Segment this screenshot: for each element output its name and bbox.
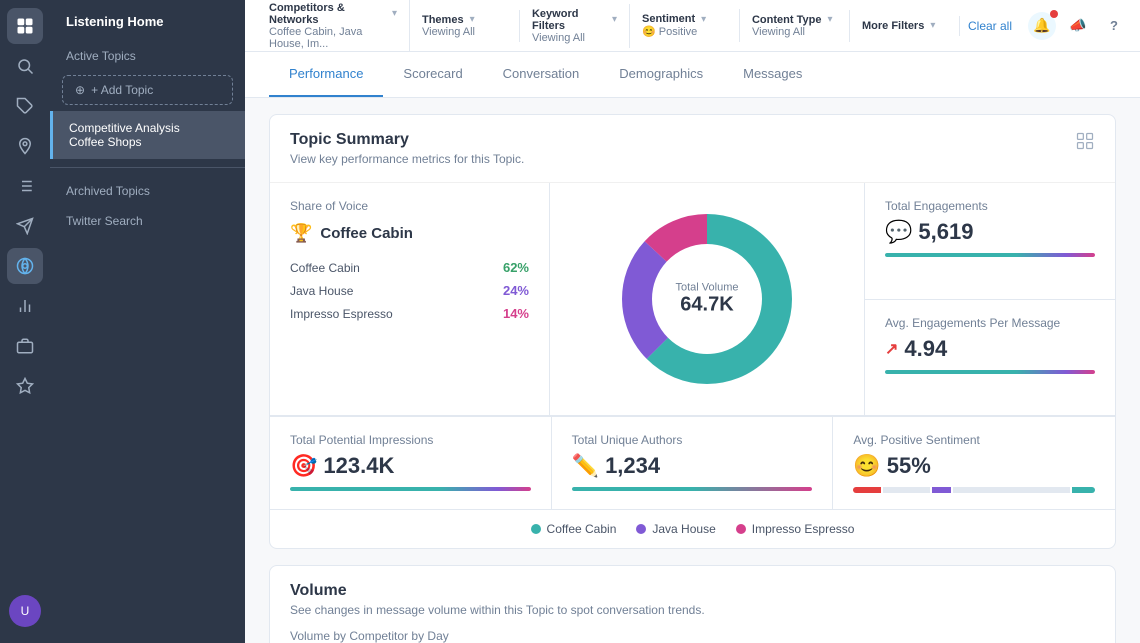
sov-item-java-house: Java House 24% [290,283,529,298]
total-engagements-value: 💬 5,619 [885,219,1095,245]
chevron-down-icon: ▾ [392,8,397,19]
card-header: Topic Summary View key performance metri… [270,115,1115,183]
chevron-down-icon: ▾ [930,20,935,31]
volume-sub-label: Volume by Competitor by Day [290,629,1095,643]
legend-dot-java-house [636,524,646,534]
content-area: Topic Summary View key performance metri… [245,98,1140,643]
topic-summary-card: Topic Summary View key performance metri… [269,114,1116,549]
megaphone-icon: 📣 [1069,17,1086,34]
chart-legend: Coffee Cabin Java House Impresso Espress… [270,509,1115,548]
sidebar: Listening Home Active Topics ⊕ + Add Top… [50,0,245,643]
tab-conversation[interactable]: Conversation [483,52,600,97]
filter-more[interactable]: More Filters ▾ [850,16,960,36]
tab-demographics[interactable]: Demographics [599,52,723,97]
nav-list[interactable] [7,168,43,204]
legend-dot-impresso [736,524,746,534]
icon-rail: U [0,0,50,643]
sov-item-impresso: Impresso Espresso 14% [290,306,529,321]
target-icon: 🎯 [290,453,317,479]
header-icons: 🔔 📣 ? [1028,12,1128,40]
legend-java-house: Java House [636,522,715,536]
authors-cell: Total Unique Authors ✏️ 1,234 [552,417,834,509]
tab-messages[interactable]: Messages [723,52,822,97]
pencil-icon: ✏️ [572,453,599,479]
card-subtitle: View key performance metrics for this To… [290,152,524,166]
donut-chart: Total Volume 64.7K [550,183,865,415]
bottom-metrics-row: Total Potential Impressions 🎯 123.4K Tot… [270,416,1115,509]
chevron-down-icon: ▾ [701,14,706,25]
tab-performance[interactable]: Performance [269,52,383,97]
nav-audio[interactable] [7,248,43,284]
help-button[interactable]: ? [1100,12,1128,40]
legend-coffee-cabin: Coffee Cabin [531,522,617,536]
add-topic-button[interactable]: ⊕ + Add Topic [62,75,233,105]
avg-engagements-value: ↗ 4.94 [885,336,1095,362]
sov-winner: 🏆 Coffee Cabin [290,223,529,244]
nav-star[interactable] [7,368,43,404]
chevron-down-icon: ▾ [612,14,617,25]
filter-content-type[interactable]: Content Type ▾ Viewing All [740,10,850,42]
trend-up-icon: ↗ [885,339,898,359]
nav-search[interactable] [7,48,43,84]
grid-view-icon[interactable] [1075,131,1095,156]
notification-badge [1050,10,1058,18]
bell-icon: 🔔 [1033,17,1050,34]
sov-label: Share of Voice [290,199,529,213]
nav-send[interactable] [7,208,43,244]
nav-home[interactable] [7,8,43,44]
sidebar-item-competitive-analysis[interactable]: Competitive AnalysisCoffee Shops [50,111,245,159]
total-engagements-label: Total Engagements [885,199,1095,213]
sentiment-cell: Avg. Positive Sentiment 😊 55% [833,417,1115,509]
notification-bell-button[interactable]: 🔔 [1028,12,1056,40]
chevron-down-icon: ▾ [827,14,832,25]
clear-all-button[interactable]: Clear all [960,19,1020,33]
nav-pin[interactable] [7,128,43,164]
question-icon: ? [1110,18,1118,33]
archived-topics-label: Archived Topics [50,176,245,206]
plus-icon: ⊕ [75,83,85,97]
filter-themes[interactable]: Themes ▾ Viewing All [410,10,520,42]
sidebar-divider [50,167,245,168]
nav-chart[interactable] [7,288,43,324]
sidebar-item-twitter[interactable]: Twitter Search [50,206,245,236]
happy-icon: 😊 [853,453,880,479]
nav-briefcase[interactable] [7,328,43,364]
donut-label: Total Volume [676,282,739,294]
tab-scorecard[interactable]: Scorecard [383,52,482,97]
volume-title: Volume [290,582,1095,600]
filter-bar: Competitors & Networks ▾ Coffee Cabin, J… [245,0,1140,52]
tabs-bar: Performance Scorecard Conversation Demog… [245,52,1140,98]
legend-dot-coffee-cabin [531,524,541,534]
share-of-voice-panel: Share of Voice 🏆 Coffee Cabin Coffee Cab… [270,183,550,415]
volume-subtitle: See changes in message volume within thi… [290,603,1095,617]
nav-tag[interactable] [7,88,43,124]
active-topics-label: Active Topics [50,43,245,69]
filter-sentiment[interactable]: Sentiment ▾ 😊 Positive [630,9,740,42]
chat-icon: 💬 [885,219,912,245]
avg-engagements-label: Avg. Engagements Per Message [885,316,1095,330]
sentiment-bar [853,487,1095,493]
megaphone-button[interactable]: 📣 [1064,12,1092,40]
trophy-icon: 🏆 [290,223,312,244]
engagements-panel: Total Engagements 💬 5,619 Avg. Engagemen… [865,183,1115,415]
user-avatar[interactable]: U [9,595,41,627]
card-title: Topic Summary [290,131,524,149]
filter-competitors[interactable]: Competitors & Networks ▾ Coffee Cabin, J… [257,0,410,54]
impressions-cell: Total Potential Impressions 🎯 123.4K [270,417,552,509]
legend-impresso: Impresso Espresso [736,522,855,536]
volume-card: Volume See changes in message volume wit… [269,565,1116,643]
chevron-down-icon: ▾ [470,14,475,25]
sidebar-header: Listening Home [50,0,245,43]
donut-value: 64.7K [676,294,739,317]
filter-keyword[interactable]: Keyword Filters ▾ Viewing All [520,4,630,48]
main-content: Competitors & Networks ▾ Coffee Cabin, J… [245,0,1140,643]
sov-item-coffee-cabin: Coffee Cabin 62% [290,260,529,275]
